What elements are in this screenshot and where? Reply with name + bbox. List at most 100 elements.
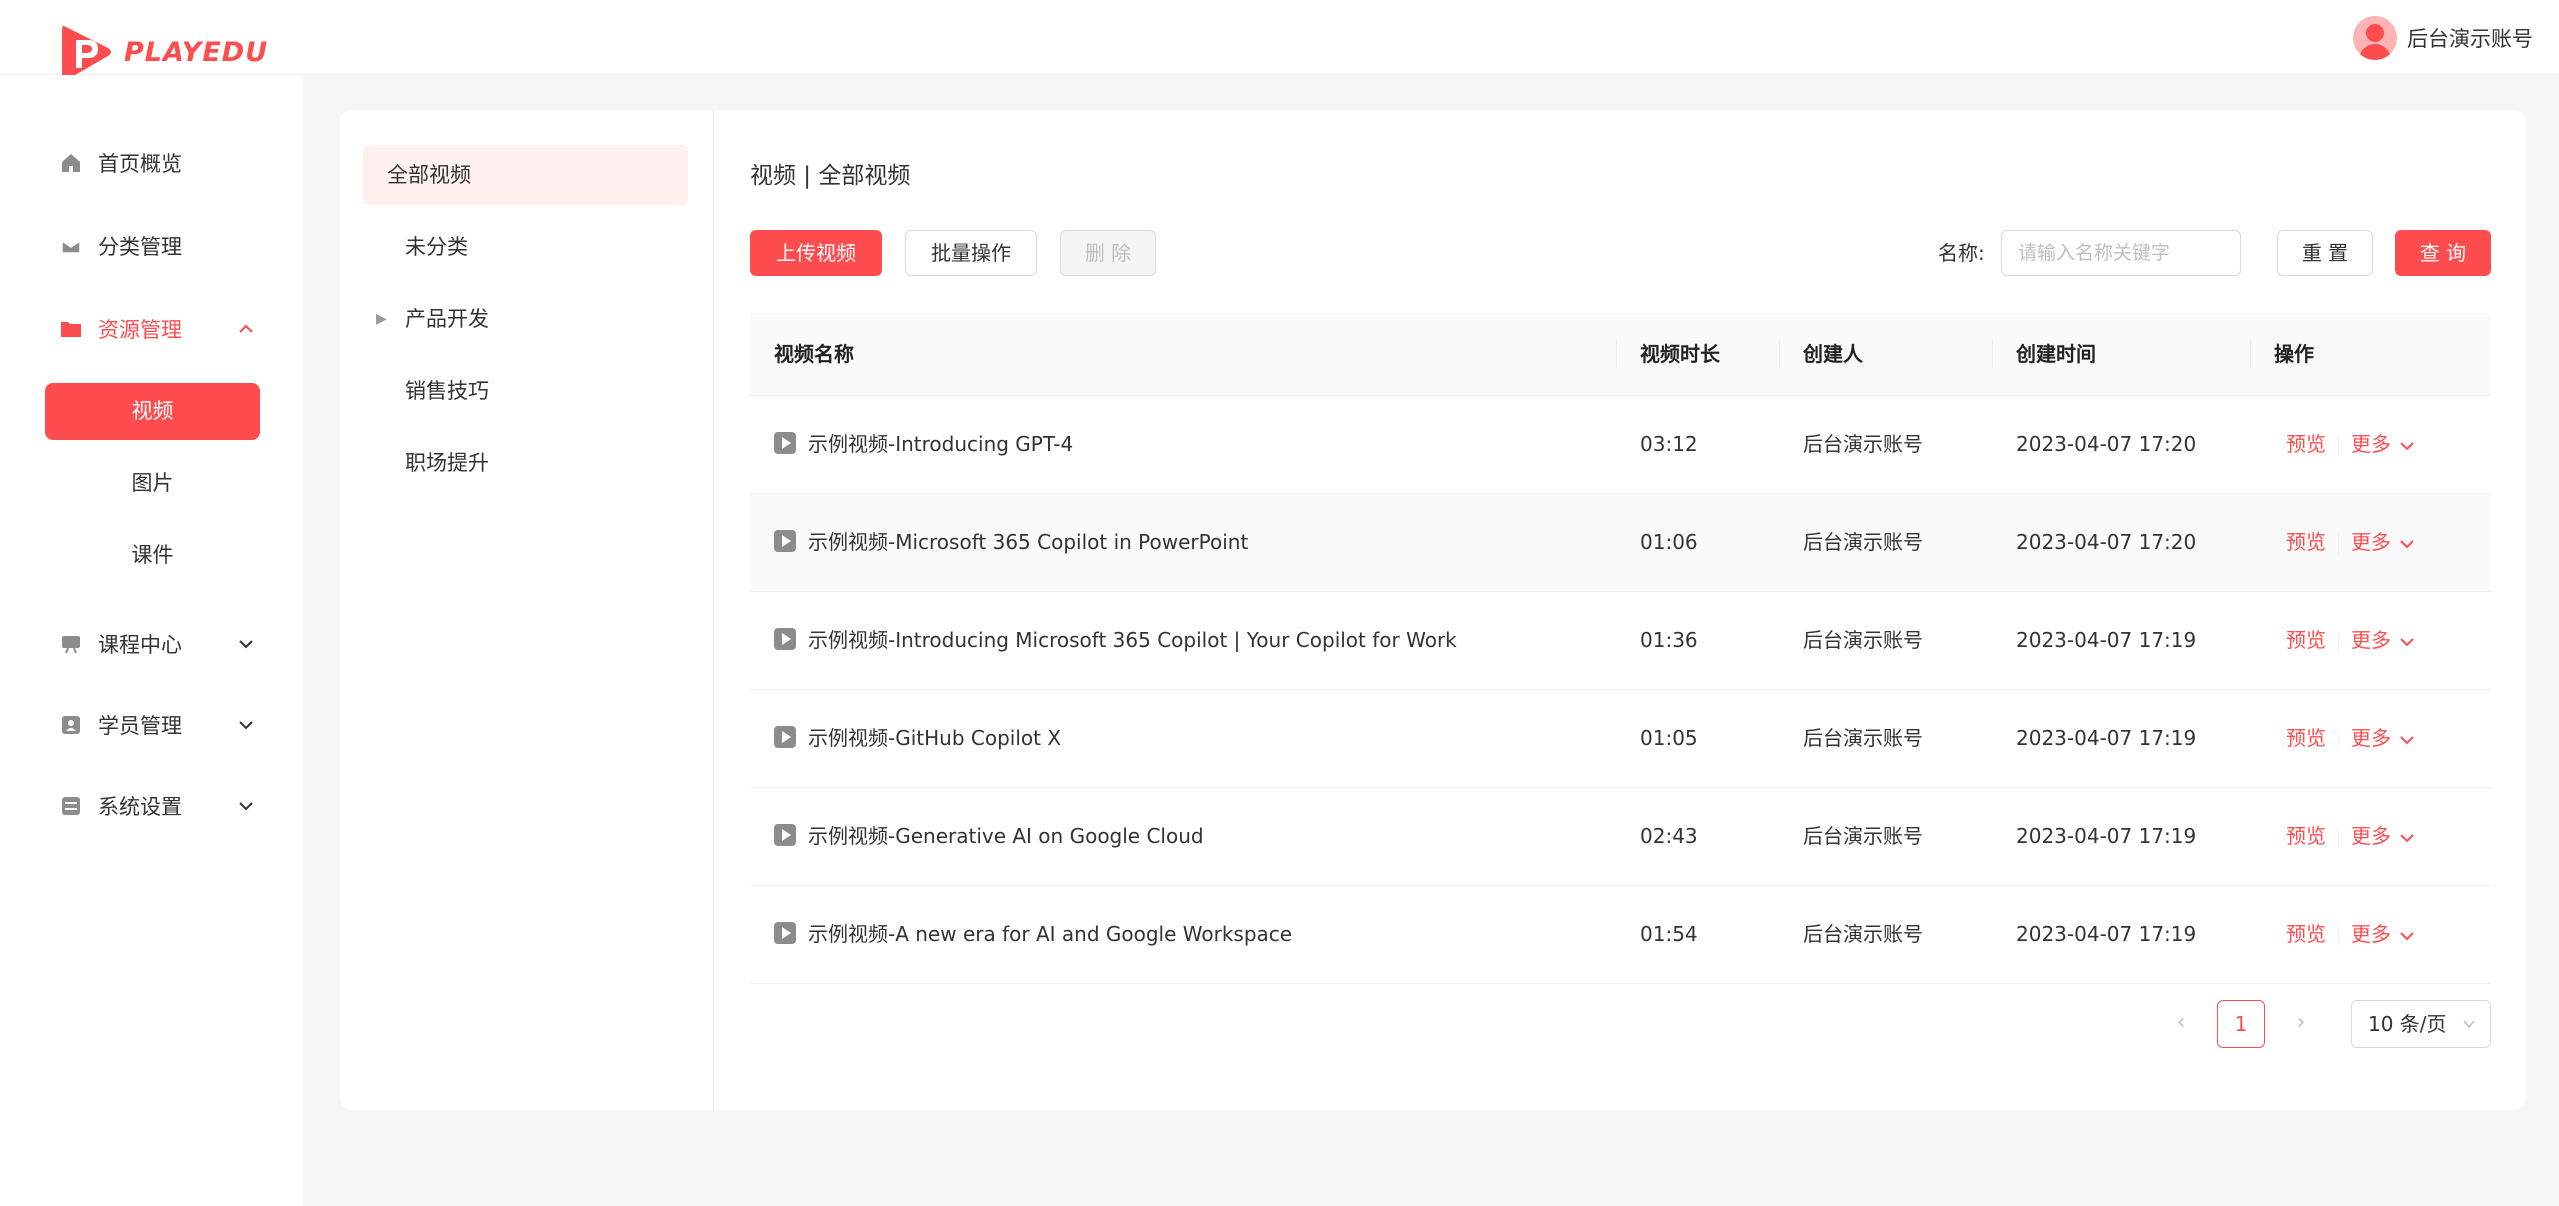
more-label: 更多 [2351, 824, 2391, 848]
video-name-cell[interactable]: 示例视频-Introducing GPT-4 [774, 396, 1073, 493]
more-dropdown[interactable]: 更多 [2351, 432, 2415, 456]
logo[interactable]: PLAYEDU [58, 22, 268, 82]
category-label: 产品开发 [405, 307, 489, 331]
sidebar-item-courses[interactable]: 课程中心 [60, 624, 255, 664]
sidebar-item-label: 分类管理 [98, 235, 182, 259]
creator-cell: 后台演示账号 [1803, 726, 1923, 750]
search-label: 名称: [1938, 241, 1985, 265]
duration-cell: 02:43 [1640, 824, 1698, 848]
video-name-cell[interactable]: 示例视频-Microsoft 365 Copilot in PowerPoint [774, 494, 1248, 591]
inbox-icon [60, 235, 82, 257]
page-number[interactable]: 1 [2217, 1000, 2265, 1048]
sidebar-item-categories[interactable]: 分类管理 [60, 226, 255, 266]
play-icon [774, 823, 796, 846]
video-name: 示例视频-Generative AI on Google Cloud [808, 824, 1204, 848]
table-row[interactable]: 示例视频-GitHub Copilot X 01:05 后台演示账号 2023-… [750, 690, 2491, 788]
sidebar-subitem-image[interactable]: 图片 [45, 455, 260, 512]
actions-cell: 预览 更多 [2286, 494, 2415, 591]
creator-cell: 后台演示账号 [1803, 922, 1923, 946]
more-dropdown[interactable]: 更多 [2351, 824, 2415, 848]
table-row[interactable]: 示例视频-Introducing GPT-4 03:12 后台演示账号 2023… [750, 396, 2491, 494]
top-bar: PLAYEDU 后台演示账号 [0, 0, 2559, 80]
query-button[interactable]: 查 询 [2395, 230, 2491, 276]
avatar[interactable] [2353, 16, 2397, 60]
delete-button[interactable]: 删 除 [1060, 230, 1156, 276]
sidebar-item-dashboard[interactable]: 首页概览 [60, 143, 255, 183]
created-time-cell: 2023-04-07 17:19 [2016, 726, 2197, 750]
batch-operation-button[interactable]: 批量操作 [905, 230, 1037, 276]
preview-link[interactable]: 预览 [2286, 628, 2326, 652]
duration-cell: 01:54 [1640, 922, 1698, 946]
video-name-cell[interactable]: 示例视频-Introducing Microsoft 365 Copilot |… [774, 592, 1457, 689]
video-name-cell[interactable]: 示例视频-Generative AI on Google Cloud [774, 788, 1204, 885]
sidebar-item-label: 资源管理 [98, 318, 182, 342]
category-career[interactable]: 职场提升 [363, 433, 688, 493]
actions-cell: 预览 更多 [2286, 592, 2415, 689]
preview-link[interactable]: 预览 [2286, 824, 2326, 848]
action-divider [2338, 631, 2339, 652]
next-page-button[interactable]: › [2277, 1000, 2325, 1048]
chevron-down-icon [2400, 539, 2414, 548]
chevron-down-icon [239, 640, 253, 649]
table-row[interactable]: 示例视频-A new era for AI and Google Workspa… [750, 886, 2491, 984]
video-name: 示例视频-Introducing Microsoft 365 Copilot |… [808, 628, 1457, 652]
breadcrumb: 视频 | 全部视频 [750, 163, 911, 189]
sidebar: 首页概览 分类管理 资源管理 视频 图片 课件 课程中心 学员管理 系统设置 [0, 75, 303, 1206]
actions-cell: 预览 更多 [2286, 886, 2415, 983]
logo-icon [62, 25, 111, 80]
chevron-down-icon [239, 802, 253, 811]
table-header: 视频名称 视频时长 创建人 创建时间 操作 [750, 313, 2491, 396]
preview-link[interactable]: 预览 [2286, 726, 2326, 750]
sidebar-item-label: 课程中心 [98, 633, 182, 657]
brand-name: PLAYEDU [124, 36, 269, 68]
more-dropdown[interactable]: 更多 [2351, 922, 2415, 946]
chevron-down-icon [2400, 931, 2414, 940]
sidebar-item-resources[interactable]: 资源管理 [60, 309, 255, 349]
more-dropdown[interactable]: 更多 [2351, 628, 2415, 652]
table-row[interactable]: 示例视频-Microsoft 365 Copilot in PowerPoint… [750, 494, 2491, 592]
preview-link[interactable]: 预览 [2286, 922, 2326, 946]
chevron-up-icon [239, 324, 253, 333]
sidebar-subitem-courseware[interactable]: 课件 [45, 527, 260, 584]
action-divider [2338, 729, 2339, 750]
action-divider [2338, 435, 2339, 456]
duration-cell: 01:05 [1640, 726, 1698, 750]
category-product-dev[interactable]: ▶ 产品开发 [363, 289, 688, 349]
table-row[interactable]: 示例视频-Generative AI on Google Cloud 02:43… [750, 788, 2491, 886]
reset-button[interactable]: 重 置 [2277, 230, 2373, 276]
prev-page-button[interactable]: ‹ [2157, 1000, 2205, 1048]
actions-cell: 预览 更多 [2286, 788, 2415, 885]
sidebar-item-students[interactable]: 学员管理 [60, 705, 255, 745]
page-size-select[interactable]: 10 条/页 [2351, 1000, 2491, 1048]
sidebar-item-label: 首页概览 [98, 152, 182, 176]
action-divider [2338, 925, 2339, 946]
user-menu[interactable]: 后台演示账号 [2353, 16, 2533, 60]
more-dropdown[interactable]: 更多 [2351, 726, 2415, 750]
chevron-down-icon [2400, 735, 2414, 744]
caret-right-icon[interactable]: ▶ [376, 289, 387, 349]
duration-cell: 01:06 [1640, 530, 1698, 554]
upload-video-button[interactable]: 上传视频 [750, 230, 882, 276]
column-divider [1779, 340, 1780, 368]
play-icon [774, 627, 796, 650]
video-name: 示例视频-GitHub Copilot X [808, 726, 1062, 750]
preview-link[interactable]: 预览 [2286, 432, 2326, 456]
chevron-down-icon [2400, 637, 2414, 646]
preview-link[interactable]: 预览 [2286, 530, 2326, 554]
sidebar-subitem-video[interactable]: 视频 [45, 383, 260, 440]
category-all[interactable]: 全部视频 [363, 145, 688, 205]
column-header-name: 视频名称 [774, 342, 854, 366]
chevron-down-icon [239, 721, 253, 730]
sidebar-item-settings[interactable]: 系统设置 [60, 786, 255, 826]
search-input[interactable] [2001, 230, 2241, 276]
more-label: 更多 [2351, 628, 2391, 652]
creator-cell: 后台演示账号 [1803, 530, 1923, 554]
table-row[interactable]: 示例视频-Introducing Microsoft 365 Copilot |… [750, 592, 2491, 690]
category-sales[interactable]: 销售技巧 [363, 361, 688, 421]
more-dropdown[interactable]: 更多 [2351, 530, 2415, 554]
settings-icon [60, 795, 82, 817]
home-icon [60, 152, 82, 174]
video-name-cell[interactable]: 示例视频-A new era for AI and Google Workspa… [774, 886, 1292, 983]
category-uncategorized[interactable]: 未分类 [363, 217, 688, 277]
video-name-cell[interactable]: 示例视频-GitHub Copilot X [774, 690, 1061, 787]
